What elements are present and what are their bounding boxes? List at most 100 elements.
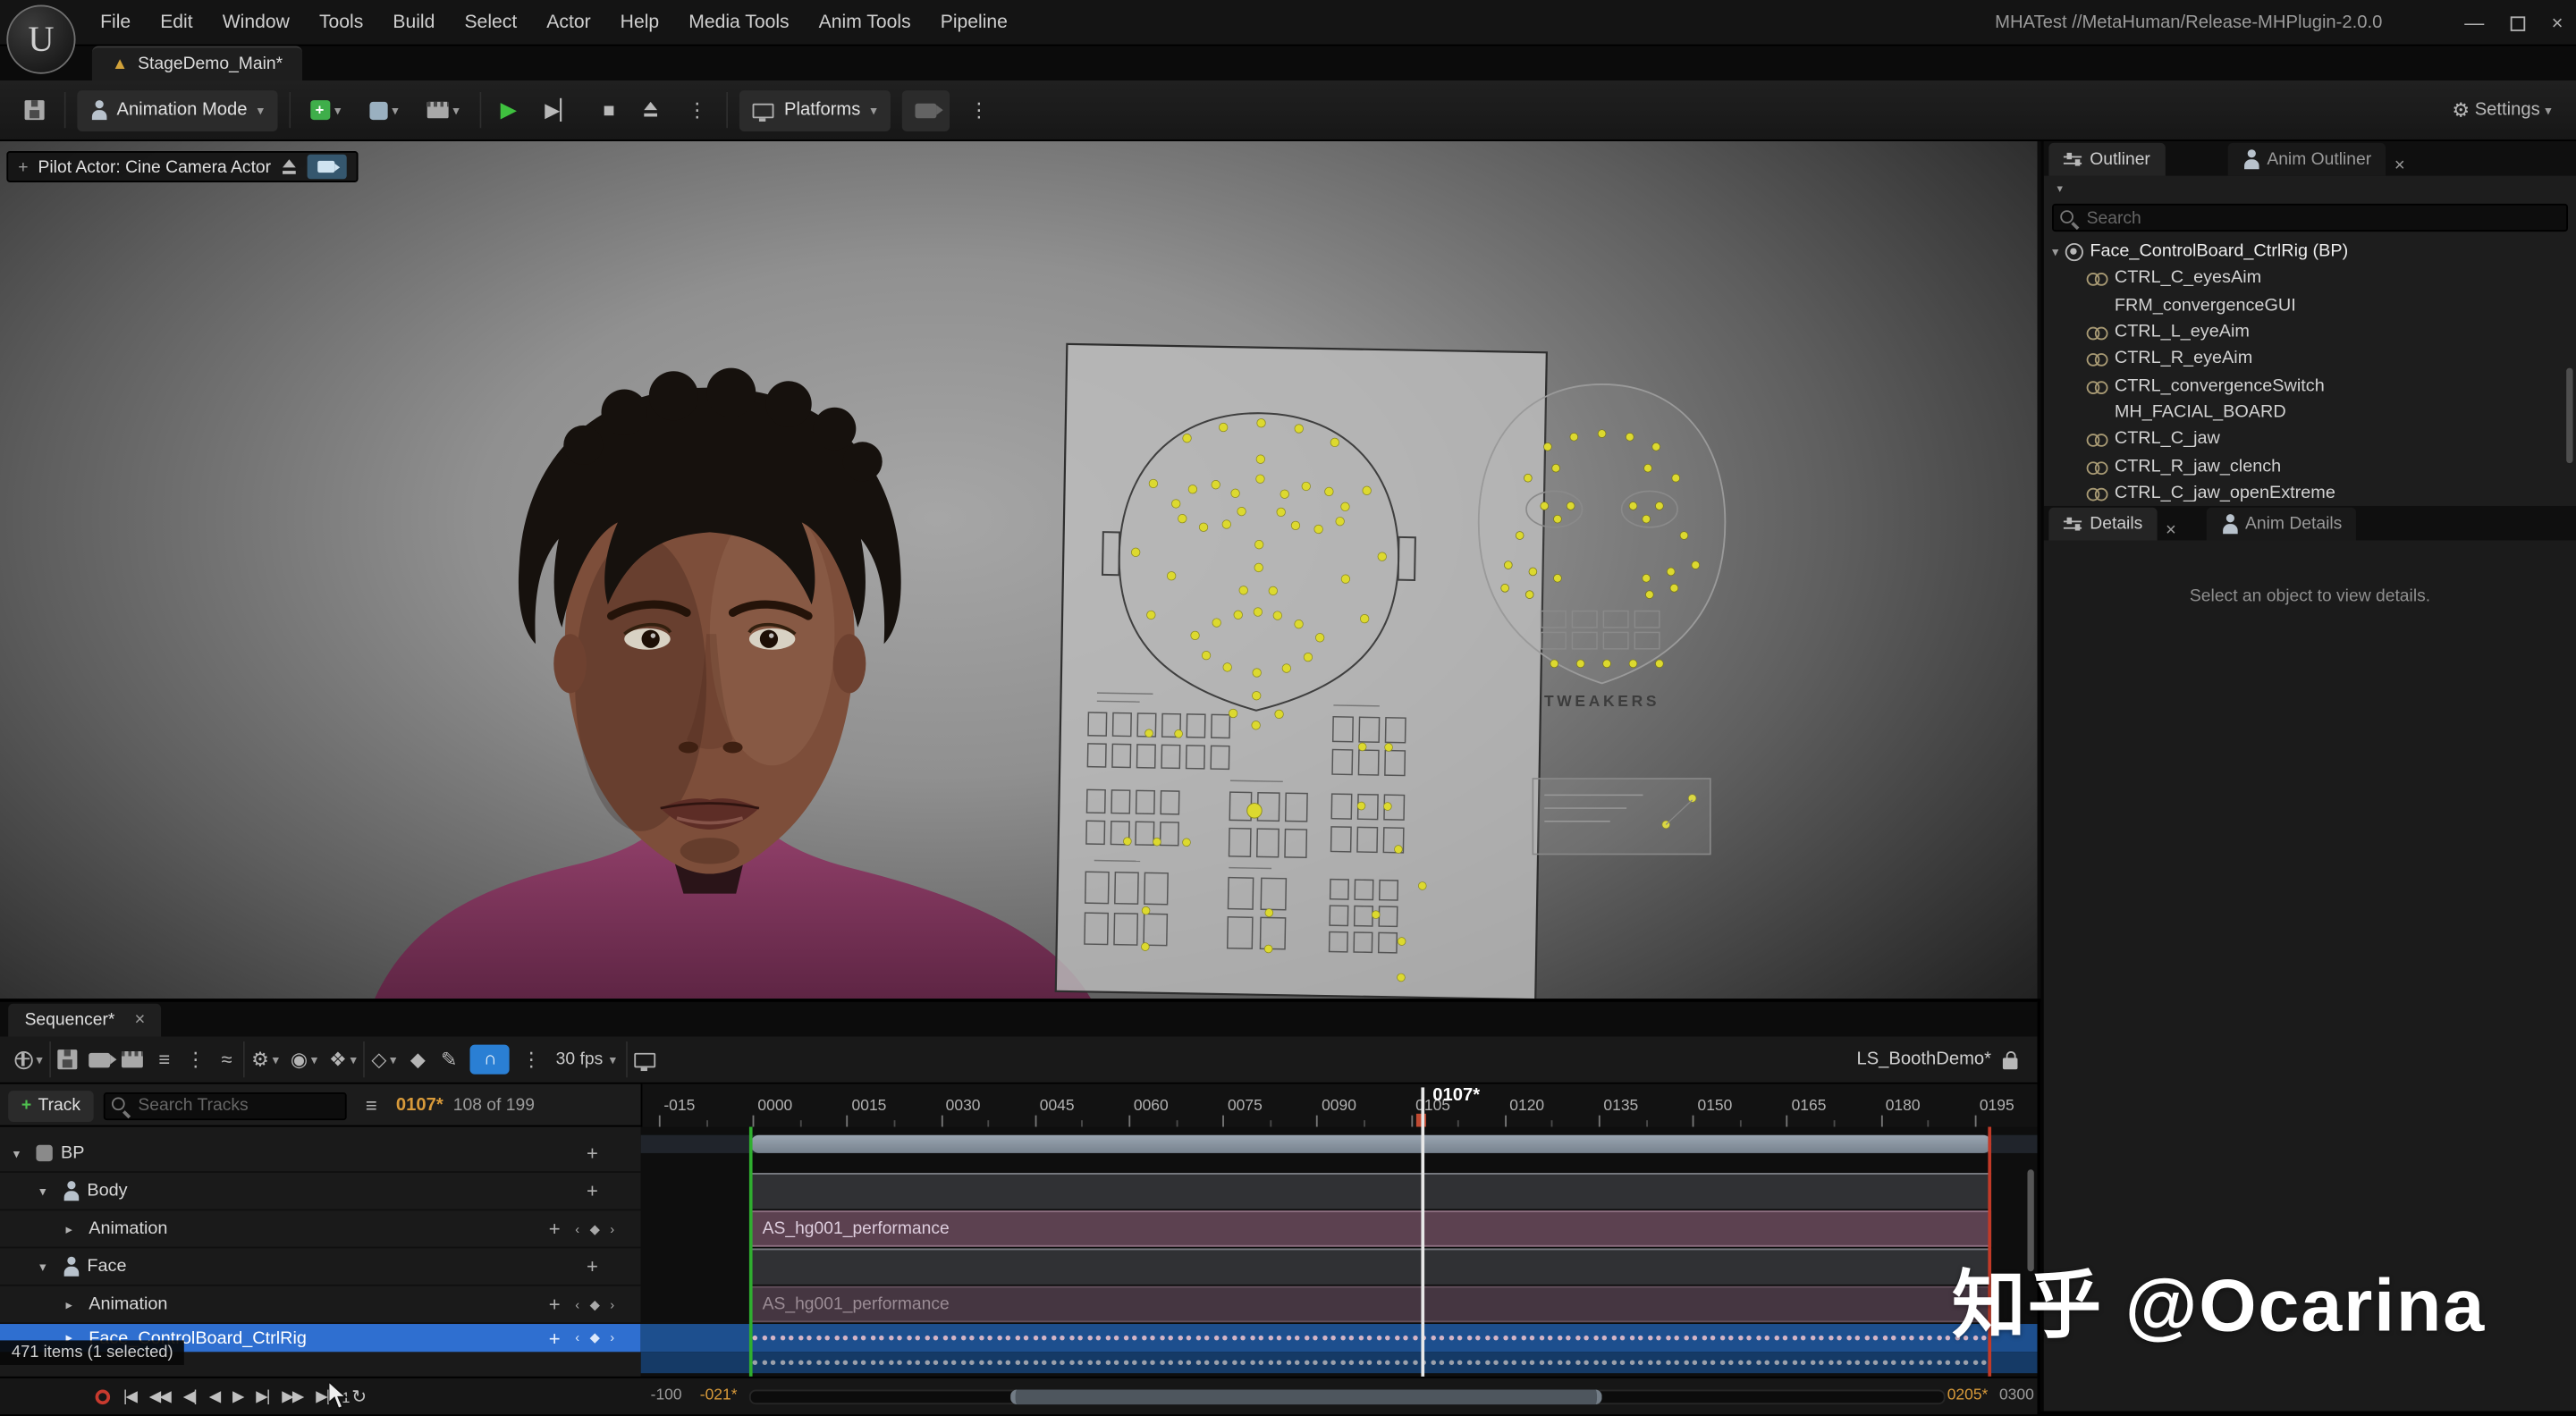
control-dot[interactable] [1198, 522, 1209, 532]
keyframe[interactable] [1800, 1335, 1806, 1341]
tab-sequencer[interactable]: Sequencer* × [8, 1003, 162, 1037]
more-options-button[interactable]: ⋮ [181, 1041, 210, 1077]
keyframe[interactable] [1032, 1335, 1038, 1341]
keyframe[interactable] [1972, 1360, 1978, 1366]
control-dot[interactable] [1566, 502, 1575, 510]
keyframe[interactable] [1619, 1335, 1626, 1341]
keyframe[interactable] [851, 1335, 857, 1341]
menu-edit[interactable]: Edit [146, 0, 208, 46]
keyframe[interactable] [1872, 1335, 1879, 1341]
playhead-line[interactable] [1421, 1087, 1425, 1377]
outliner-item[interactable]: CTRL_R_eyeAim [2044, 345, 2576, 372]
keyframe[interactable] [1782, 1360, 1788, 1366]
control-dot[interactable] [1666, 567, 1676, 577]
keyframe[interactable] [915, 1360, 921, 1366]
keyframe[interactable] [1195, 1335, 1201, 1341]
maximize-icon[interactable] [2510, 15, 2526, 30]
control-dot[interactable] [1528, 567, 1538, 577]
tab-anim-details[interactable]: Anim Details [2205, 507, 2357, 541]
control-dot[interactable] [1253, 607, 1263, 617]
keyframe[interactable] [1837, 1360, 1843, 1366]
keyframe[interactable] [1068, 1360, 1075, 1366]
keyframe[interactable] [1728, 1335, 1734, 1341]
chevron-right-icon[interactable]: ▸ [66, 1297, 81, 1312]
keyframe[interactable] [1828, 1360, 1834, 1366]
control-dot[interactable] [1643, 463, 1652, 473]
curve-editor-button[interactable]: ≈ [212, 1041, 241, 1077]
keyframe[interactable] [1240, 1360, 1246, 1366]
control-dot[interactable] [1303, 652, 1313, 662]
keyframe[interactable] [1872, 1360, 1879, 1366]
keyframe[interactable] [1584, 1335, 1590, 1341]
control-dot[interactable] [1280, 489, 1289, 499]
control-dot[interactable] [1251, 721, 1261, 730]
chevron-down-icon[interactable]: ▾ [13, 1146, 29, 1161]
keyframe[interactable] [942, 1335, 948, 1341]
control-dot[interactable] [1597, 429, 1607, 438]
keyframe[interactable] [1520, 1335, 1526, 1341]
keyframe[interactable] [1909, 1335, 1915, 1341]
keyframe[interactable] [969, 1360, 975, 1366]
keyframe[interactable] [1014, 1360, 1020, 1366]
keyframe[interactable] [833, 1335, 840, 1341]
control-dot[interactable] [1290, 520, 1301, 531]
control-dot[interactable] [1524, 473, 1533, 483]
control-dot[interactable] [1356, 801, 1366, 811]
keyframe[interactable] [1041, 1335, 1047, 1341]
jump-to-end-button[interactable]: ▶| [316, 1388, 330, 1406]
keyframe[interactable] [1610, 1360, 1617, 1366]
keyframe[interactable] [842, 1360, 849, 1366]
timeline-area[interactable]: AS_hg001_performance AS_hg001_performanc… [640, 1126, 2038, 1377]
control-dot[interactable] [1276, 507, 1286, 518]
keyframe[interactable] [1141, 1360, 1147, 1366]
body-section-bar[interactable] [750, 1172, 1992, 1210]
camera-button[interactable] [84, 1041, 117, 1077]
control-dot[interactable] [1397, 973, 1406, 982]
keyframe[interactable] [1313, 1360, 1319, 1366]
menu-anim-tools[interactable]: Anim Tools [804, 0, 925, 46]
menu-window[interactable]: Window [207, 0, 304, 46]
keyframe[interactable] [761, 1335, 767, 1341]
keyframe[interactable] [950, 1335, 957, 1341]
keyframe[interactable] [1637, 1360, 1643, 1366]
tab-anim-outliner[interactable]: Anim Outliner [2227, 142, 2386, 176]
world-dropdown[interactable]: ▾ [10, 1041, 47, 1077]
keyframe[interactable] [1249, 1335, 1255, 1341]
keyframe[interactable] [1493, 1360, 1499, 1366]
filter-icon[interactable]: ≡ [357, 1087, 386, 1123]
actions-dropdown[interactable]: ⚙ ▾ [247, 1041, 284, 1077]
keyframe[interactable] [1791, 1360, 1797, 1366]
keyframe[interactable] [1430, 1335, 1436, 1341]
keyframe[interactable] [1529, 1335, 1535, 1341]
outliner-item[interactable]: CTRL_C_eyesAim [2044, 265, 2576, 291]
keyframe[interactable] [1782, 1335, 1788, 1341]
keyframe[interactable] [987, 1360, 993, 1366]
keyframe[interactable] [1439, 1335, 1445, 1341]
keyframe[interactable] [1231, 1335, 1237, 1341]
outliner-item[interactable]: FRM_convergenceGUI [2044, 291, 2576, 318]
skip-frame-button[interactable]: ▶▏ [536, 89, 583, 131]
keyframe[interactable] [1150, 1360, 1156, 1366]
keyframe[interactable] [779, 1335, 785, 1341]
keyframe[interactable] [1791, 1335, 1797, 1341]
keyframe[interactable] [1132, 1360, 1137, 1366]
settings-dropdown[interactable]: ⚙ Settings ▾ [2444, 89, 2560, 131]
keyframe[interactable] [1566, 1360, 1571, 1366]
keyframe[interactable] [1077, 1360, 1084, 1366]
keyframe[interactable] [1683, 1335, 1689, 1341]
keyframe[interactable] [1538, 1335, 1544, 1341]
tab-details[interactable]: Details [2048, 507, 2158, 541]
keyframe[interactable] [761, 1360, 767, 1366]
control-dot[interactable] [1500, 584, 1509, 593]
keyframe[interactable] [1231, 1360, 1237, 1366]
keyframe[interactable] [1304, 1360, 1309, 1366]
keyframe[interactable] [1665, 1335, 1671, 1341]
keyframe[interactable] [752, 1360, 758, 1366]
keyframe[interactable] [1086, 1360, 1093, 1366]
keyframe[interactable] [1375, 1335, 1381, 1341]
keyframe[interactable] [1168, 1360, 1174, 1366]
control-dot[interactable] [1263, 944, 1273, 954]
control-dot[interactable] [1187, 485, 1198, 494]
keyframe[interactable] [1909, 1360, 1915, 1366]
keyframe[interactable] [933, 1335, 939, 1341]
